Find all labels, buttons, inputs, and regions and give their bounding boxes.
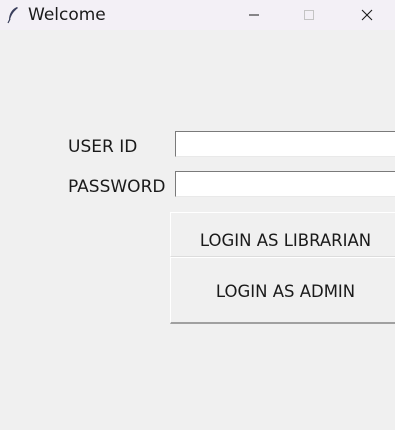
- login-as-librarian-button[interactable]: LOGIN AS LIBRARIAN: [170, 212, 395, 257]
- feather-icon: [7, 6, 19, 24]
- login-as-admin-button[interactable]: LOGIN AS ADMIN: [170, 257, 395, 324]
- title-bar[interactable]: Welcome: [0, 0, 395, 30]
- login-as-admin-label: LOGIN AS ADMIN: [215, 281, 356, 301]
- window-title: Welcome: [28, 5, 106, 25]
- user-id-label: USER ID: [68, 137, 138, 157]
- user-id-field[interactable]: [175, 131, 395, 157]
- maximize-icon[interactable]: [286, 0, 332, 30]
- close-icon[interactable]: [344, 0, 390, 30]
- password-label: PASSWORD: [68, 177, 166, 197]
- minimize-icon[interactable]: [231, 0, 277, 30]
- login-as-librarian-label: LOGIN AS LIBRARIAN: [199, 231, 372, 250]
- password-field[interactable]: [175, 171, 395, 197]
